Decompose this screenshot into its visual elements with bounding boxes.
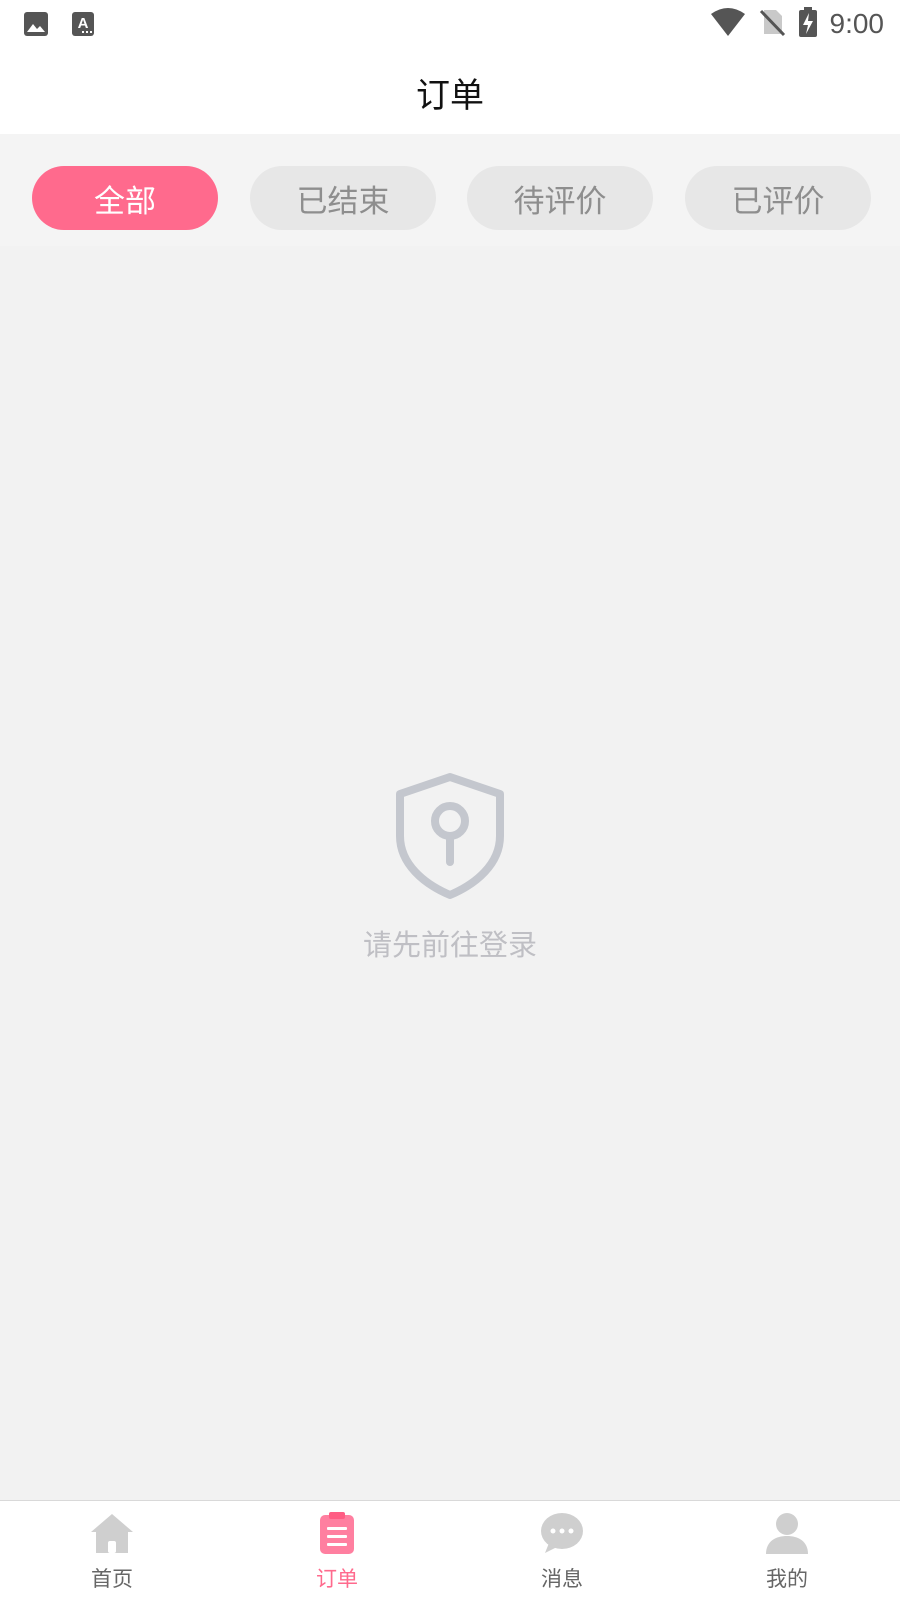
svg-text:A: A (78, 15, 89, 32)
order-filter-tabs: 全部 已结束 待评价 已评价 (0, 134, 900, 246)
bottom-nav: 首页 订单 消息 我的 (0, 1500, 900, 1600)
nav-label: 消息 (541, 1567, 583, 1591)
person-icon (764, 1511, 810, 1559)
status-system: 9:00 (710, 6, 885, 42)
home-icon (89, 1511, 135, 1559)
tab-label: 已结束 (296, 183, 390, 220)
nav-label: 订单 (316, 1567, 358, 1591)
app-screen: A 9:00 订单 全部 已结束 待评价 已评价 请先前往登录 首页 订单 消息… (0, 0, 900, 1600)
tab-pending-review[interactable]: 待评价 (467, 166, 653, 230)
nav-label: 我的 (766, 1567, 808, 1591)
nav-messages[interactable]: 消息 (502, 1511, 622, 1597)
status-time: 9:00 (829, 8, 885, 39)
status-notifications: A (22, 10, 96, 42)
tab-label: 已评价 (731, 183, 825, 220)
tab-label: 全部 (94, 183, 156, 220)
nav-label: 首页 (91, 1567, 133, 1591)
tab-ended[interactable]: 已结束 (250, 166, 436, 230)
font-a-icon: A (70, 10, 96, 42)
shield-keyhole-icon (392, 772, 508, 904)
battery-charging-icon (798, 6, 818, 42)
wifi-icon (710, 7, 746, 41)
tab-all[interactable]: 全部 (32, 166, 218, 230)
nav-orders[interactable]: 订单 (277, 1511, 397, 1597)
empty-state: 请先前往登录 (0, 772, 900, 964)
tab-label: 待评价 (513, 183, 607, 220)
page-title: 订单 (416, 75, 484, 116)
tab-reviewed[interactable]: 已评价 (685, 166, 871, 230)
status-bar: A 9:00 (0, 0, 900, 50)
chat-bubble-icon (539, 1511, 585, 1559)
nav-profile[interactable]: 我的 (727, 1511, 847, 1597)
no-sim-icon (758, 7, 786, 41)
nav-home[interactable]: 首页 (52, 1511, 172, 1597)
order-list-icon (317, 1511, 357, 1559)
login-prompt-text[interactable]: 请先前往登录 (363, 922, 537, 964)
image-icon (22, 10, 50, 42)
title-bar: 订单 (0, 50, 900, 134)
order-list-area: 请先前往登录 (0, 246, 900, 1500)
